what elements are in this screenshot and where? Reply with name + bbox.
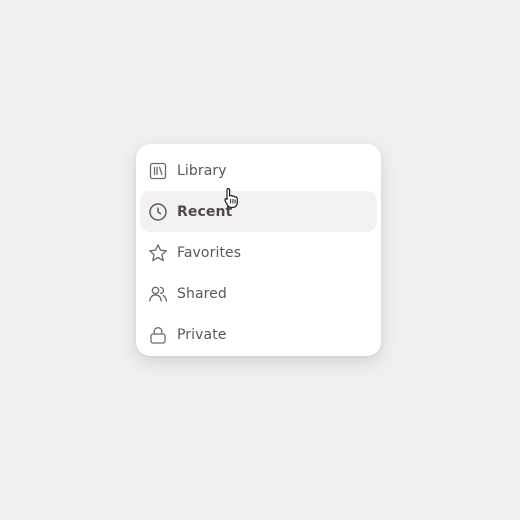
menu-item-label: Favorites bbox=[177, 244, 242, 261]
menu-item-recent[interactable]: Recent bbox=[140, 191, 377, 232]
lock-icon bbox=[148, 325, 168, 345]
users-icon bbox=[148, 284, 168, 304]
menu-item-label: Recent bbox=[177, 203, 233, 220]
navigation-menu: Library Recent Favorites Shared Private bbox=[136, 144, 381, 356]
star-icon bbox=[148, 243, 168, 263]
menu-item-label: Library bbox=[177, 162, 227, 179]
clock-icon bbox=[148, 202, 168, 222]
library-icon bbox=[148, 161, 168, 181]
canvas: Library Recent Favorites Shared Private bbox=[0, 0, 520, 520]
menu-item-private[interactable]: Private bbox=[140, 314, 377, 355]
menu-item-shared[interactable]: Shared bbox=[140, 273, 377, 314]
menu-item-library[interactable]: Library bbox=[140, 150, 377, 191]
menu-item-label: Shared bbox=[177, 285, 227, 302]
menu-item-label: Private bbox=[177, 326, 227, 343]
menu-item-favorites[interactable]: Favorites bbox=[140, 232, 377, 273]
